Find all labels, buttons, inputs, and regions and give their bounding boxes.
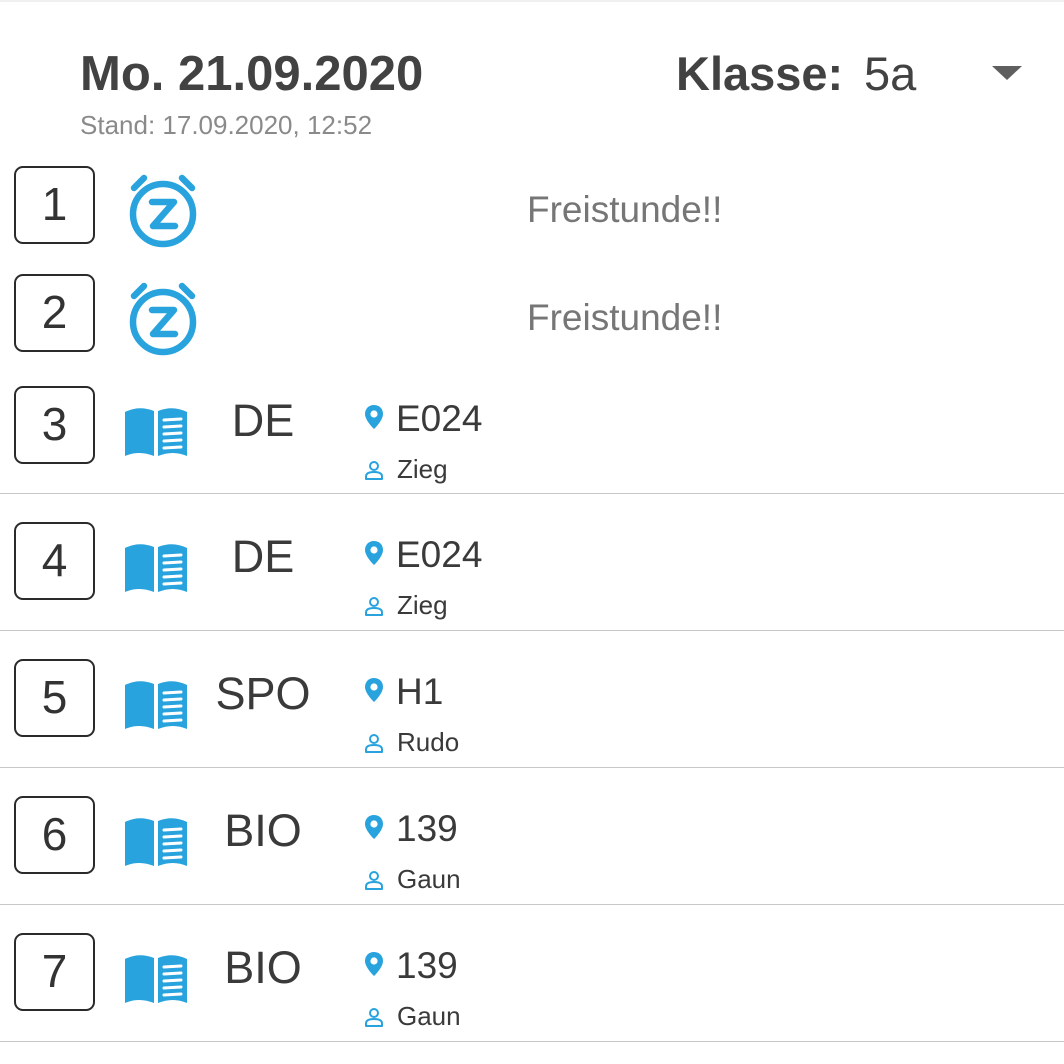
period-row[interactable]: 3 DE E024 Zieg — [0, 380, 1064, 494]
free-period-text: Freistunde!! — [527, 297, 723, 338]
open-book-icon — [123, 816, 189, 868]
location-pin-icon — [364, 951, 384, 977]
person-icon — [364, 596, 384, 616]
period-number: 2 — [14, 274, 95, 352]
class-value: 5a — [864, 47, 917, 100]
top-divider — [0, 0, 1064, 2]
room-label: E024 — [396, 398, 483, 439]
period-number: 6 — [14, 796, 95, 874]
period-row[interactable]: 7 BIO 139 Gaun — [0, 927, 1064, 1042]
room-label: E024 — [396, 534, 483, 575]
open-book-icon — [123, 953, 189, 1005]
subject-label: BIO — [224, 805, 302, 856]
location-pin-icon — [364, 677, 384, 703]
subject-label: DE — [231, 395, 295, 446]
room-label: 139 — [396, 945, 458, 986]
person-icon — [364, 870, 384, 890]
alarm-clock-snooze-icon — [120, 166, 206, 252]
location-pin-icon — [364, 404, 384, 430]
open-book-icon — [123, 542, 189, 594]
subject-label: DE — [231, 531, 295, 582]
subject-label: SPO — [215, 668, 311, 719]
open-book-icon — [123, 406, 189, 458]
room-label: 139 — [396, 808, 458, 849]
period-number: 4 — [14, 522, 95, 600]
period-row[interactable]: 2 Freistunde!! — [0, 268, 1064, 373]
person-icon — [364, 460, 384, 480]
last-updated-text: Stand: 17.09.2020, 12:52 — [80, 110, 373, 140]
timetable-screen: Mo. 21.09.2020 Stand: 17.09.2020, 12:52 … — [0, 0, 1064, 1064]
alarm-clock-snooze-icon — [120, 274, 206, 360]
teacher-label: Rudo — [397, 727, 460, 757]
subject-label: BIO — [224, 942, 302, 993]
free-period-text: Freistunde!! — [527, 189, 723, 230]
period-row[interactable]: 6 BIO 139 Gaun — [0, 790, 1064, 905]
period-number: 3 — [14, 386, 95, 464]
person-icon — [364, 733, 384, 753]
teacher-label: Gaun — [397, 864, 461, 894]
dropdown-arrow-icon[interactable] — [992, 66, 1022, 80]
day-date-title: Mo. 21.09.2020 — [80, 47, 424, 101]
location-pin-icon — [364, 814, 384, 840]
class-label: Klasse: — [676, 47, 844, 100]
class-selector[interactable]: Klasse: 5a — [676, 44, 1036, 104]
room-label: H1 — [396, 671, 444, 712]
period-number: 7 — [14, 933, 95, 1011]
open-book-icon — [123, 679, 189, 731]
location-pin-icon — [364, 540, 384, 566]
teacher-label: Zieg — [397, 454, 448, 484]
teacher-label: Gaun — [397, 1001, 461, 1031]
period-number: 1 — [14, 166, 95, 244]
period-row[interactable]: 5 SPO H1 Rudo — [0, 653, 1064, 768]
period-row[interactable]: 4 DE E024 Zieg — [0, 516, 1064, 631]
period-number: 5 — [14, 659, 95, 737]
person-icon — [364, 1007, 384, 1027]
teacher-label: Zieg — [397, 590, 448, 620]
period-row[interactable]: 1 Freistunde!! — [0, 160, 1064, 265]
